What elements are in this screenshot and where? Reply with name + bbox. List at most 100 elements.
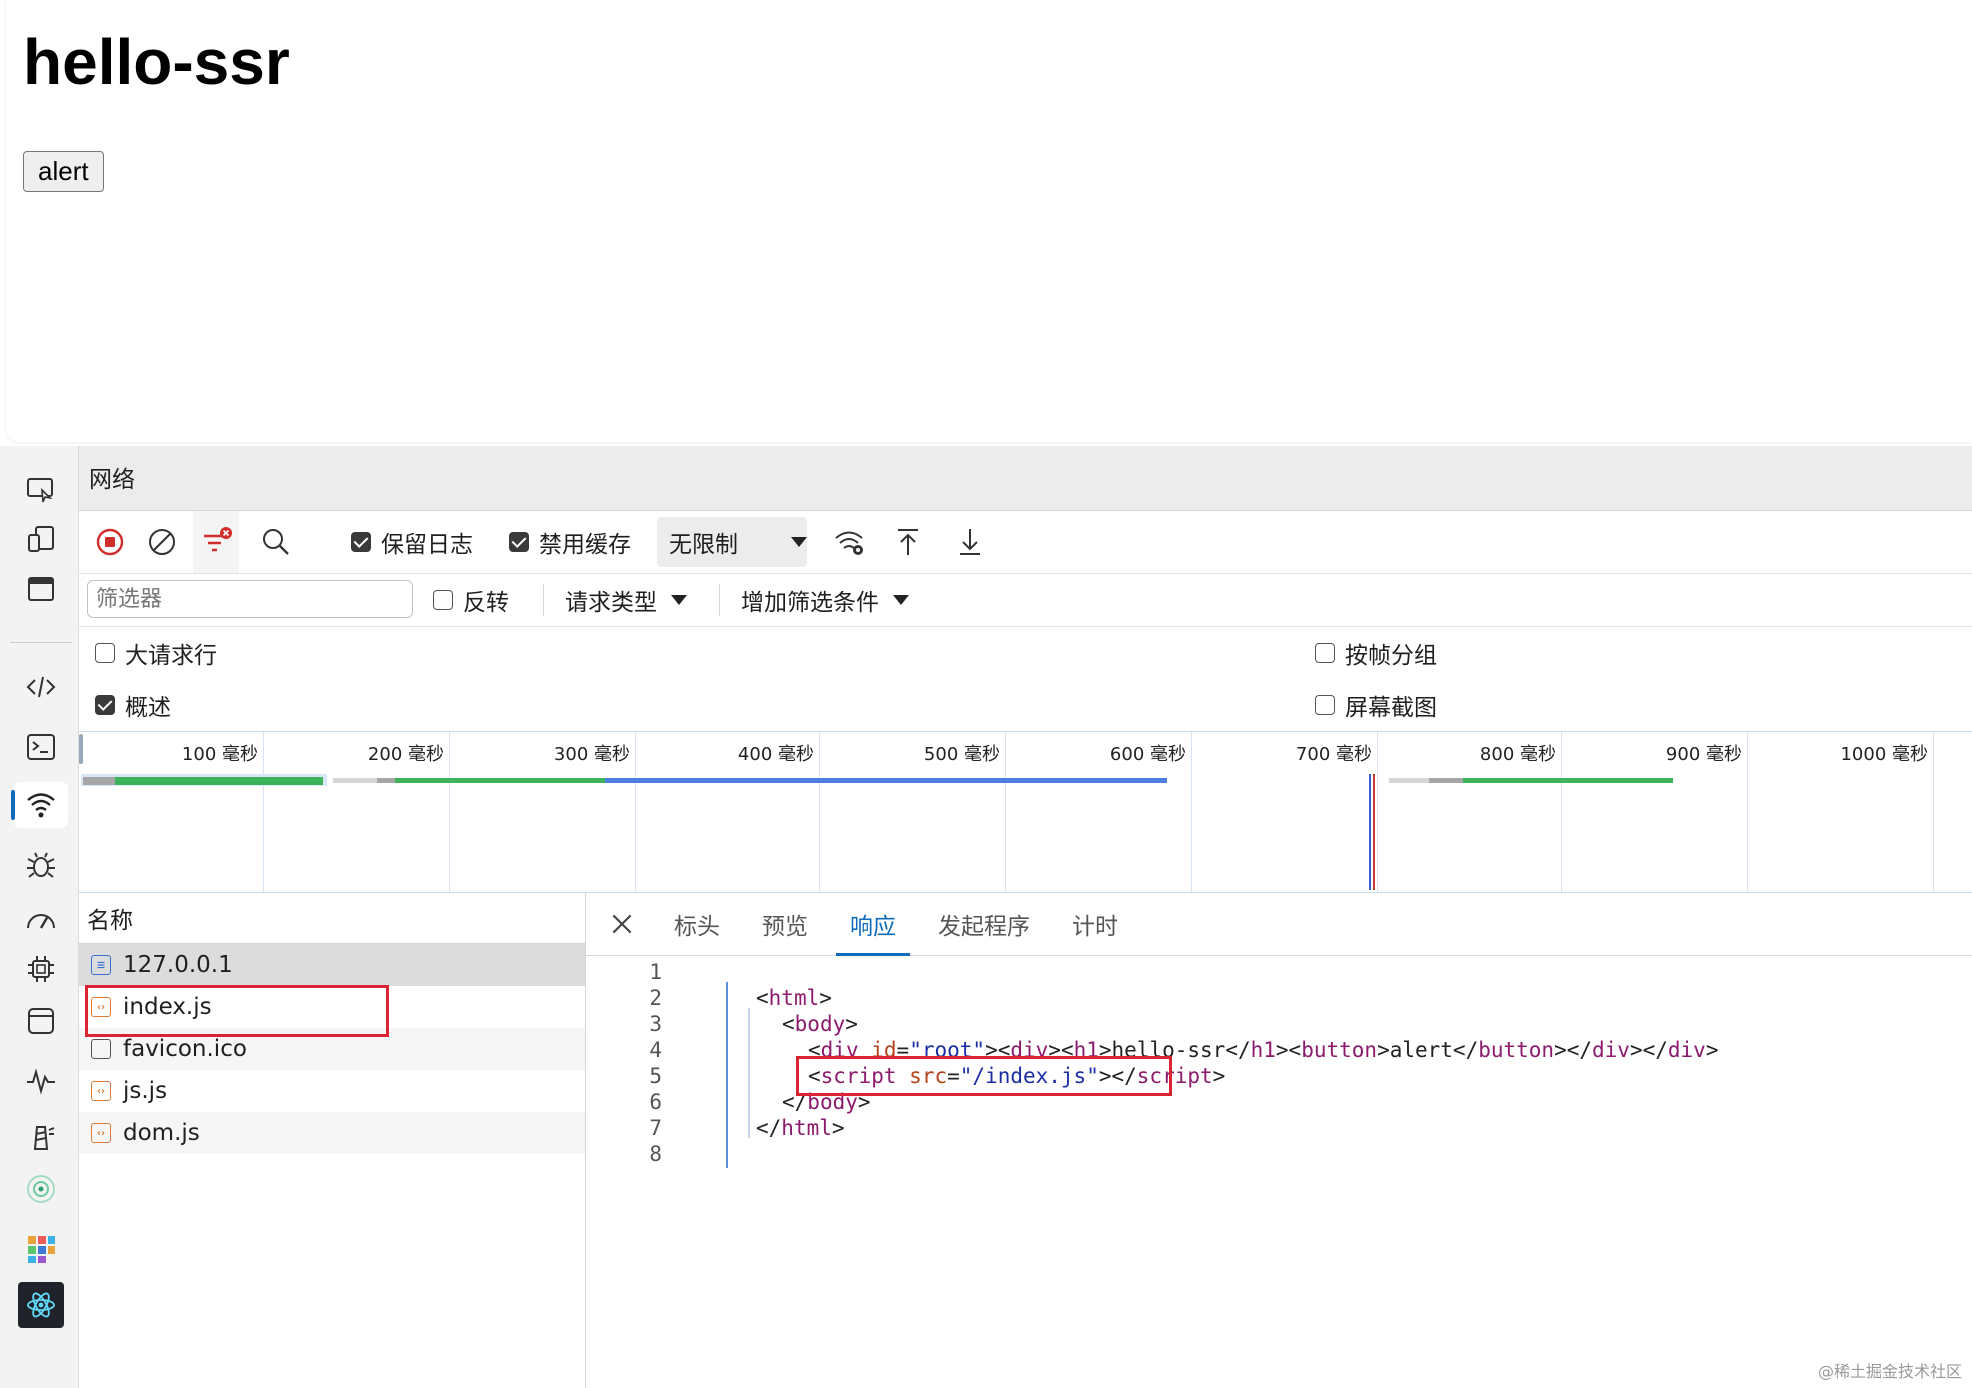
application-icon[interactable]	[14, 998, 68, 1044]
performance-icon[interactable]	[14, 898, 68, 944]
inspect-icon[interactable]	[14, 466, 68, 512]
screenshots-checkbox[interactable]: 屏幕截图	[1315, 685, 1437, 725]
clear-icon[interactable]	[145, 511, 179, 573]
code-line: <html>	[756, 986, 832, 1010]
throttling-select[interactable]: 无限制	[657, 517, 807, 567]
close-icon[interactable]	[604, 893, 640, 955]
tick-label: 400 毫秒	[737, 744, 814, 765]
group-by-frame-label: 按帧分组	[1345, 643, 1437, 669]
dom-content-loaded-marker	[1369, 774, 1371, 890]
tab-response[interactable]: 响应	[836, 893, 910, 956]
filter-separator	[543, 584, 544, 616]
name-column-label: 名称	[87, 908, 133, 934]
console-icon[interactable]	[14, 724, 68, 770]
grid-line	[1933, 732, 1934, 892]
tick-label: 900 毫秒	[1665, 744, 1742, 765]
tab-initiator[interactable]: 发起程序	[938, 893, 1030, 955]
name-column-header[interactable]: 名称	[79, 893, 585, 944]
grid-line	[819, 732, 820, 892]
alert-button[interactable]: alert	[23, 151, 104, 192]
tick-label: 500 毫秒	[923, 744, 1000, 765]
record-stop-icon[interactable]	[93, 511, 127, 573]
group-by-frame-checkbox[interactable]: 按帧分组	[1315, 633, 1437, 673]
disable-cache-check-icon[interactable]	[509, 532, 529, 552]
request-row[interactable]: ‹› dom.js	[79, 1112, 585, 1154]
import-har-icon[interactable]	[891, 511, 925, 573]
request-row[interactable]: ‹› js.js	[79, 1070, 585, 1112]
activity-bar	[0, 446, 79, 1388]
filter-separator	[719, 584, 720, 616]
panel-titlebar: 网络	[79, 446, 1972, 511]
response-viewer[interactable]: 1 2 3 4 5 6 7 8 <html> <body> <div id="r…	[586, 956, 1972, 1388]
overview-check-icon[interactable]	[95, 695, 115, 715]
request-row[interactable]: 127.0.0.1	[79, 944, 585, 986]
highlight-box-index-js	[85, 985, 389, 1037]
tick-label: 200 毫秒	[367, 744, 444, 765]
search-icon[interactable]	[259, 511, 293, 573]
window-icon[interactable]	[14, 566, 68, 612]
lighthouse-icon[interactable]	[14, 1114, 68, 1160]
tab-timing[interactable]: 计时	[1072, 893, 1118, 955]
preserve-log-checkbox[interactable]: 保留日志	[351, 511, 473, 573]
page-viewport: hello-ssr alert	[6, 0, 1972, 442]
line-number: 7	[649, 1116, 662, 1140]
panel-title: 网络	[89, 467, 135, 493]
more-filters-dropdown[interactable]: 增加筛选条件	[741, 574, 909, 626]
big-request-rows-checkbox[interactable]: 大请求行	[95, 633, 217, 673]
filter-toggle-icon[interactable]	[193, 511, 239, 573]
load-event-marker	[1373, 774, 1375, 890]
extension-radar-icon[interactable]	[14, 1166, 68, 1212]
export-har-icon[interactable]	[953, 511, 987, 573]
code-line: <body>	[782, 1012, 858, 1036]
react-devtools-icon[interactable]	[18, 1282, 64, 1328]
grid-line	[635, 732, 636, 892]
overview-left-handle[interactable]	[79, 734, 83, 764]
activity-pulse-icon[interactable]	[14, 1058, 68, 1104]
line-number: 4	[649, 1038, 662, 1062]
disable-cache-checkbox[interactable]: 禁用缓存	[509, 511, 631, 573]
code-line: </html>	[756, 1116, 845, 1140]
grid-line	[449, 732, 450, 892]
disable-cache-label: 禁用缓存	[539, 532, 631, 558]
extension-grid-icon[interactable]	[14, 1226, 68, 1272]
device-emulation-icon[interactable]	[14, 516, 68, 562]
big-rows-check-icon[interactable]	[95, 643, 115, 663]
line-number: 6	[649, 1090, 662, 1114]
line-number: 1	[649, 960, 662, 984]
line-number: 2	[649, 986, 662, 1010]
document-icon	[91, 955, 111, 975]
preserve-log-label: 保留日志	[381, 532, 473, 558]
memory-icon[interactable]	[14, 946, 68, 992]
request-name: js.js	[123, 1078, 168, 1104]
throttling-value: 无限制	[669, 532, 738, 558]
grid-line	[1561, 732, 1562, 892]
filter-input[interactable]	[87, 580, 413, 618]
big-request-rows-label: 大请求行	[125, 643, 217, 669]
request-detail: 标头 预览 响应 发起程序 计时 1 2 3 4 5 6 7 8 <html> …	[586, 893, 1972, 1388]
overview-checkbox[interactable]: 概述	[95, 685, 171, 725]
screenshots-check-icon[interactable]	[1315, 695, 1335, 715]
tab-preview[interactable]: 预览	[762, 893, 808, 955]
debugger-icon[interactable]	[14, 842, 68, 888]
group-frame-check-icon[interactable]	[1315, 643, 1335, 663]
preserve-log-check-icon[interactable]	[351, 532, 371, 552]
grid-line	[1005, 732, 1006, 892]
invert-check-icon[interactable]	[433, 590, 453, 610]
network-overview[interactable]: 100 毫秒 200 毫秒 300 毫秒 400 毫秒 500 毫秒 600 毫…	[79, 732, 1972, 893]
elements-icon[interactable]	[14, 664, 68, 710]
invert-checkbox[interactable]: 反转	[433, 574, 509, 626]
network-conditions-icon[interactable]	[833, 511, 867, 573]
chevron-down-icon	[791, 537, 807, 547]
tick-label: 100 毫秒	[181, 744, 258, 765]
grid-line	[1747, 732, 1748, 892]
activity-separator	[10, 642, 72, 643]
indent-guide	[748, 1008, 750, 1138]
network-icon[interactable]	[11, 782, 68, 828]
tab-headers[interactable]: 标头	[674, 893, 720, 955]
network-toolbar: 保留日志 禁用缓存 无限制	[79, 511, 1972, 574]
tick-label: 700 毫秒	[1295, 744, 1372, 765]
request-types-dropdown[interactable]: 请求类型	[565, 574, 687, 626]
file-icon	[91, 1039, 111, 1059]
script-icon: ‹›	[91, 1081, 111, 1101]
request-bar-favicon	[1463, 778, 1673, 783]
